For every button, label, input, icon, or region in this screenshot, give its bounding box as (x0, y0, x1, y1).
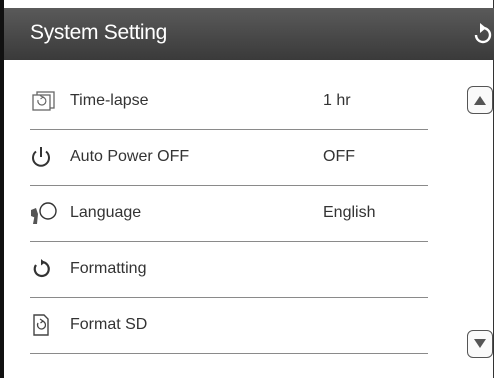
triangle-up-icon (474, 96, 486, 105)
setting-label: Language (70, 204, 142, 221)
setting-row-language[interactable]: Language English (30, 186, 428, 242)
setting-row-format-sd[interactable]: Format SD (30, 298, 428, 354)
setting-row-formatting[interactable]: Formatting (30, 242, 428, 298)
title-bar: System Setting (4, 8, 494, 60)
time-lapse-icon (30, 88, 60, 114)
setting-value: English (323, 204, 376, 221)
settings-screen: System Setting Time-lapse 1 hr Auto Powe… (0, 0, 494, 378)
setting-label: Formatting (70, 260, 147, 277)
return-arrow-icon (474, 23, 492, 44)
triangle-down-icon (474, 339, 486, 348)
back-button[interactable] (470, 18, 494, 48)
page-title: System Setting (30, 21, 168, 44)
scroll-up-button[interactable] (467, 86, 493, 114)
setting-label: Auto Power OFF (70, 148, 190, 165)
setting-row-time-lapse[interactable]: Time-lapse 1 hr (30, 74, 428, 130)
setting-label: Format SD (70, 316, 148, 333)
power-icon (30, 144, 60, 170)
format-sd-icon (30, 312, 60, 338)
speaking-head-icon (30, 200, 60, 226)
setting-value: 1 hr (323, 92, 351, 109)
setting-row-auto-power-off[interactable]: Auto Power OFF OFF (30, 130, 428, 186)
setting-label: Time-lapse (70, 92, 149, 109)
setting-value: OFF (323, 148, 355, 165)
scroll-down-button[interactable] (467, 330, 493, 358)
circular-arrow-icon (30, 256, 60, 282)
